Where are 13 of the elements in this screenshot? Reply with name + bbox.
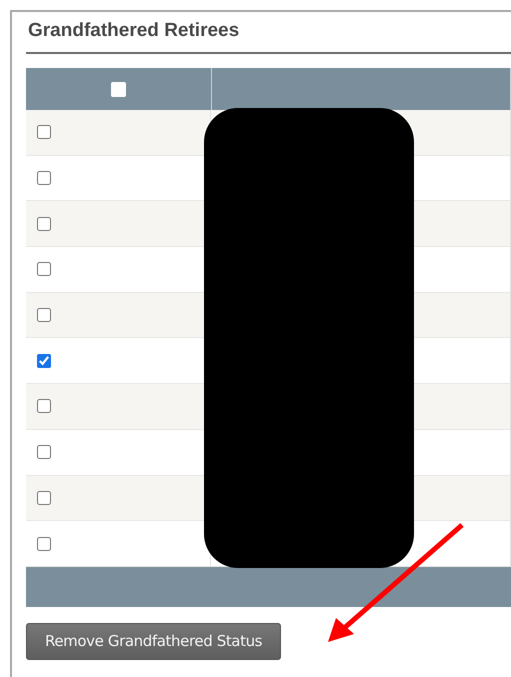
row-checkbox[interactable] [37,308,51,322]
row-checkbox[interactable] [37,490,51,505]
row-checkbox[interactable] [37,399,51,414]
select-all-checkbox[interactable] [111,82,126,96]
row-checkbox[interactable] [37,536,51,551]
row-checkbox[interactable] [37,171,51,186]
row-checkbox[interactable] [37,125,51,140]
row-checkbox[interactable] [37,216,51,231]
remove-status-button[interactable]: Remove Grandfathered Status [26,622,282,660]
row-checkbox[interactable] [37,354,51,368]
row-checkbox[interactable] [37,445,51,460]
row-checkbox[interactable] [37,262,51,276]
panel-title: Grandfathered Retirees [26,20,511,54]
